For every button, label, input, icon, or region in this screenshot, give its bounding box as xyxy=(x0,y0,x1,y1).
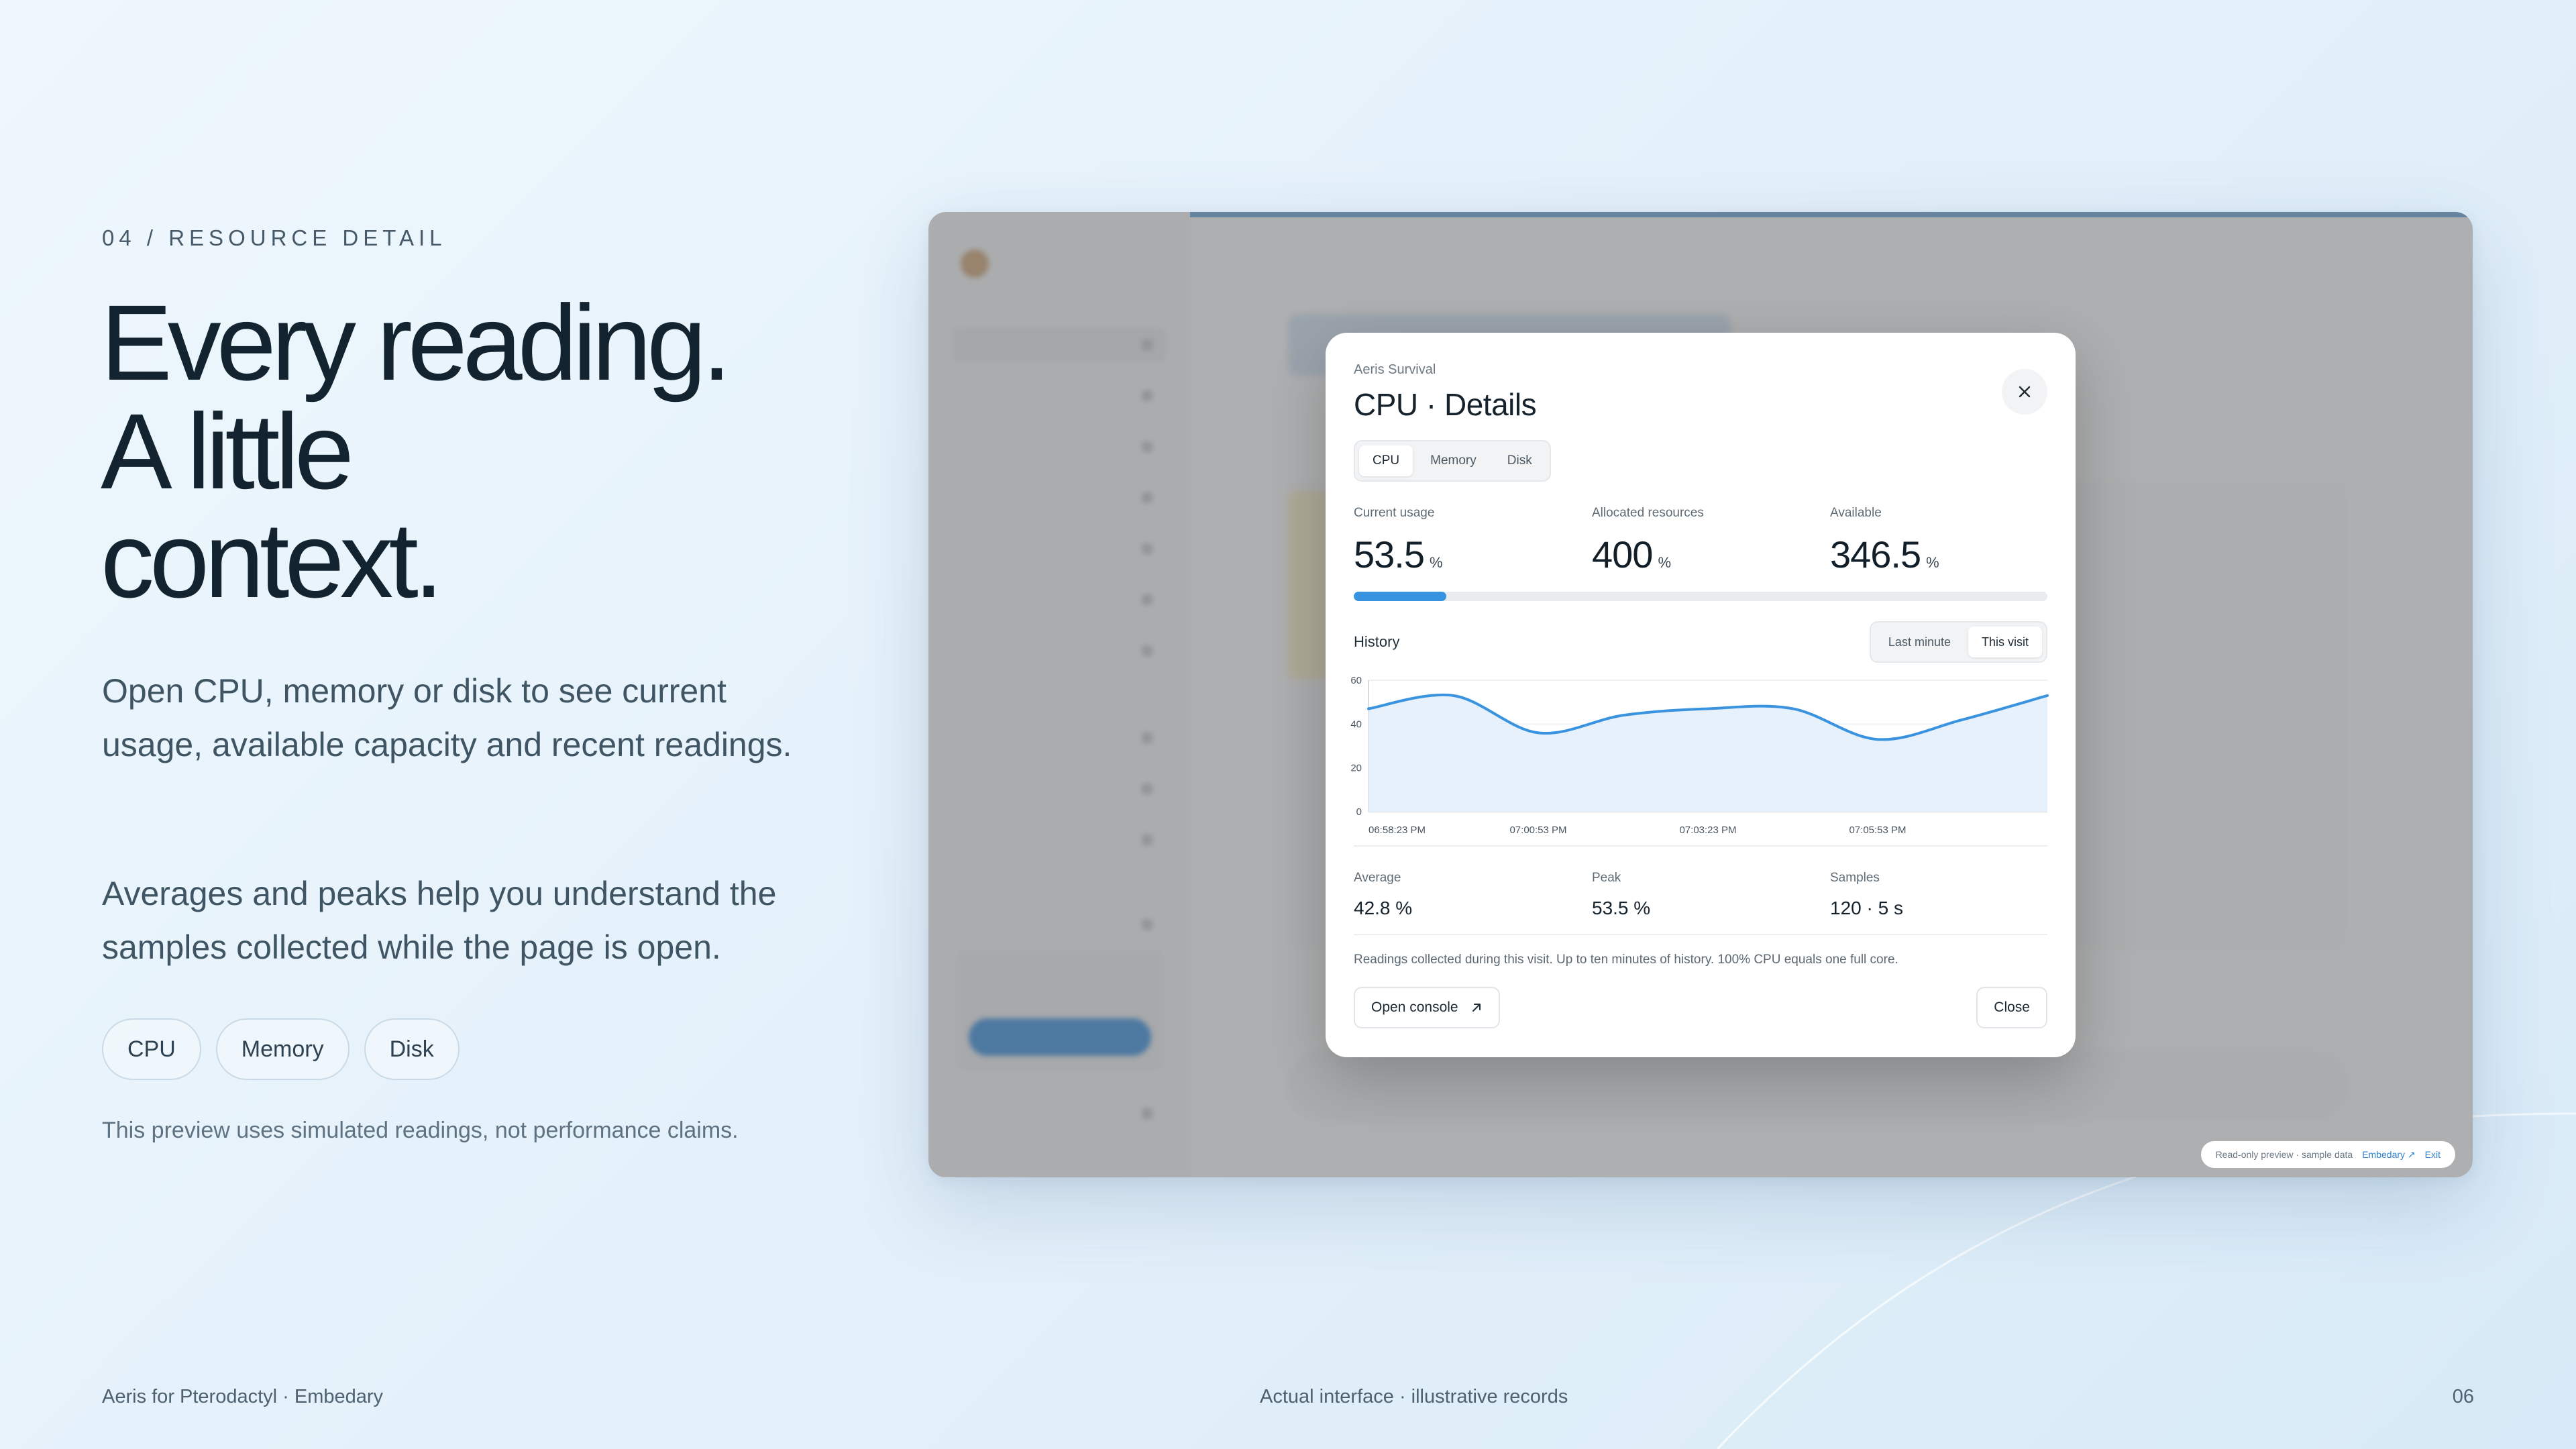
stat-current-usage: Current usage 53.5% xyxy=(1354,506,1443,576)
chip-cpu[interactable]: CPU xyxy=(102,1018,201,1080)
lede-paragraph-1: Open CPU, memory or disk to see current … xyxy=(102,672,792,763)
cpu-history-chart: 0 20 40 60 06:58:23 PM 07:00:53 PM 07:03:23 PM… xyxy=(1350,675,2049,836)
summary-label: Average xyxy=(1354,871,1401,885)
y-tick-label: 0 xyxy=(1356,806,1362,818)
stat-label: Available xyxy=(1830,506,1882,520)
page-number: 06 xyxy=(2452,1386,2474,1407)
usage-progress-fill xyxy=(1354,592,1447,601)
preview-pill-text: Read-only preview · sample data xyxy=(2215,1149,2353,1160)
resource-chips: CPU Memory Disk xyxy=(102,1018,460,1080)
x-tick-label: 07:00:53 PM xyxy=(1509,824,1566,836)
stat-available: Available 346.5% xyxy=(1830,506,1939,576)
history-label: History xyxy=(1354,633,1400,650)
stat-unit: % xyxy=(1430,554,1443,571)
footer-brand: Aeris for Pterodactyl · Embedary xyxy=(102,1386,384,1407)
tab-memory[interactable]: Memory xyxy=(1417,445,1490,476)
x-tick-label: 06:58:23 PM xyxy=(1368,824,1426,836)
tab-cpu[interactable]: CPU xyxy=(1359,445,1413,476)
headline-line-3: context. xyxy=(101,500,443,620)
stat-allocated-resources: Allocated resources 400% xyxy=(1592,506,1704,576)
stat-unit: % xyxy=(1926,554,1939,571)
stat-value: 400 xyxy=(1592,533,1653,576)
summary-label: Peak xyxy=(1592,871,1621,885)
section-kicker: 04 / RESOURCE DETAIL xyxy=(102,225,447,250)
modal-note: Readings collected during this visit. Up… xyxy=(1354,953,1898,967)
open-console-button[interactable]: Open console xyxy=(1354,987,1500,1028)
divider xyxy=(1354,934,2047,935)
modal-subtitle: Aeris Survival xyxy=(1354,362,1436,377)
summary-peak: Peak 53.5 % xyxy=(1592,871,1650,919)
stat-value: 346.5 xyxy=(1830,533,1921,576)
y-tick-label: 20 xyxy=(1350,763,1362,774)
y-tick-label: 60 xyxy=(1350,675,1362,686)
x-tick-label: 07:05:53 PM xyxy=(1849,824,1906,836)
series-area xyxy=(1368,694,2047,812)
summary-value: 42.8 % xyxy=(1354,898,1413,918)
headline: Every reading. A little context. xyxy=(101,282,732,620)
exit-link[interactable]: Exit xyxy=(2425,1149,2440,1160)
cpu-details-modal: Aeris Survival CPU · Details CPU Memory … xyxy=(1326,333,2076,1057)
disclaimer: This preview uses simulated readings, no… xyxy=(102,1118,739,1143)
footer-caption: Actual interface · illustrative records xyxy=(1260,1386,1568,1407)
resource-tabs: CPU Memory Disk xyxy=(1354,440,1551,482)
close-icon-button[interactable] xyxy=(2002,369,2047,415)
embedary-link[interactable]: Embedary ↗ xyxy=(2362,1149,2415,1161)
headline-line-2: A little xyxy=(101,391,354,511)
divider xyxy=(1354,845,2047,847)
app-window: Read-only preview · sample data Embedary… xyxy=(928,212,2473,1177)
summary-average: Average 42.8 % xyxy=(1354,871,1412,919)
stat-label: Current usage xyxy=(1354,506,1435,520)
stat-unit: % xyxy=(1658,554,1671,571)
summary-label: Samples xyxy=(1830,871,1880,885)
chip-memory[interactable]: Memory xyxy=(215,1018,350,1080)
range-toggle: Last minute This visit xyxy=(1869,621,2047,663)
tab-disk[interactable]: Disk xyxy=(1494,445,1546,476)
chip-disk[interactable]: Disk xyxy=(364,1018,460,1080)
modal-title: CPU · Details xyxy=(1354,387,1537,422)
preview-pill: Read-only preview · sample data Embedary… xyxy=(2200,1141,2455,1168)
summary-value: 53.5 % xyxy=(1592,898,1651,918)
close-icon xyxy=(2019,386,2031,398)
x-tick-label: 07:03:23 PM xyxy=(1679,824,1736,836)
stat-value: 53.5 xyxy=(1354,533,1425,576)
lede-paragraph-2: Averages and peaks help you understand t… xyxy=(102,875,777,966)
external-link-icon xyxy=(1472,1004,1481,1012)
open-console-label: Open console xyxy=(1371,1000,1458,1015)
summary-value: 120 · 5 s xyxy=(1830,898,1903,918)
range-this-visit[interactable]: This visit xyxy=(1968,627,2042,657)
summary-samples: Samples 120 · 5 s xyxy=(1830,871,1903,919)
stat-label: Allocated resources xyxy=(1592,506,1704,520)
headline-line-1: Every reading. xyxy=(101,282,732,402)
close-button[interactable]: Close xyxy=(1976,987,2047,1028)
y-tick-label: 40 xyxy=(1350,718,1362,730)
usage-progress-bar xyxy=(1354,592,2047,601)
range-last-minute[interactable]: Last minute xyxy=(1875,627,1964,657)
